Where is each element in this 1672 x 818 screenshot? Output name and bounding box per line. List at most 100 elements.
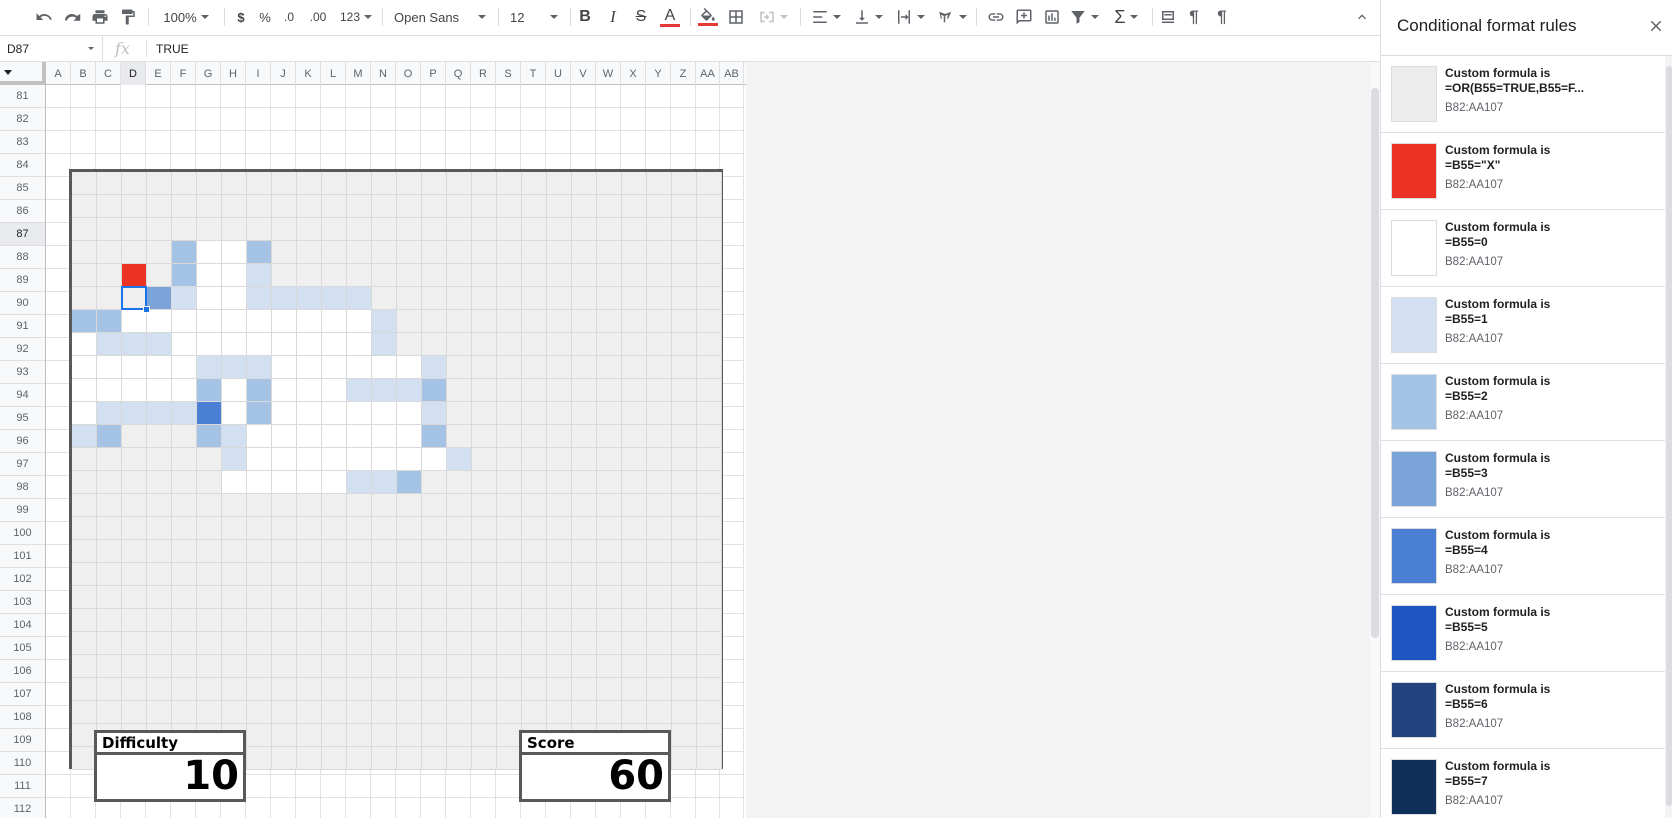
board-cell[interactable] bbox=[497, 264, 522, 287]
board-cell[interactable] bbox=[397, 609, 422, 632]
undo-icon[interactable] bbox=[32, 5, 56, 29]
increase-decimal-button[interactable]: .00 bbox=[304, 5, 332, 29]
column-header-a[interactable]: A bbox=[46, 62, 71, 85]
board-cell[interactable] bbox=[272, 195, 297, 218]
board-cell[interactable] bbox=[497, 655, 522, 678]
board-cell[interactable] bbox=[622, 241, 647, 264]
board-cell[interactable] bbox=[147, 356, 172, 379]
board-cell[interactable] bbox=[622, 379, 647, 402]
insert-comment-icon[interactable] bbox=[1012, 5, 1036, 29]
board-cell[interactable] bbox=[147, 425, 172, 448]
board-cell[interactable] bbox=[397, 701, 422, 724]
board-cell[interactable] bbox=[622, 425, 647, 448]
board-cell[interactable] bbox=[647, 425, 672, 448]
board-cell[interactable] bbox=[72, 563, 97, 586]
board-cell[interactable] bbox=[322, 540, 347, 563]
board-cell[interactable] bbox=[372, 172, 397, 195]
board-cell[interactable] bbox=[222, 701, 247, 724]
board-cell[interactable] bbox=[172, 701, 197, 724]
board-cell[interactable] bbox=[522, 264, 547, 287]
board-cell[interactable] bbox=[597, 287, 622, 310]
board-cell[interactable] bbox=[397, 425, 422, 448]
board-cell[interactable] bbox=[172, 195, 197, 218]
board-cell[interactable] bbox=[297, 747, 322, 770]
board-cell[interactable] bbox=[347, 402, 372, 425]
board-cell[interactable] bbox=[322, 724, 347, 747]
board-cell[interactable] bbox=[572, 517, 597, 540]
board-cell[interactable] bbox=[447, 471, 472, 494]
board-cell[interactable] bbox=[447, 310, 472, 333]
board-cell[interactable] bbox=[472, 563, 497, 586]
board-cell[interactable] bbox=[472, 494, 497, 517]
board-cell[interactable] bbox=[372, 747, 397, 770]
row-header-95[interactable]: 95 bbox=[0, 407, 45, 430]
fill-handle[interactable] bbox=[143, 306, 150, 313]
board-cell[interactable] bbox=[322, 494, 347, 517]
board-cell[interactable] bbox=[522, 678, 547, 701]
row-header-91[interactable]: 91 bbox=[0, 315, 45, 338]
row-header-87[interactable]: 87 bbox=[0, 223, 45, 246]
filter-icon[interactable] bbox=[1066, 5, 1102, 29]
board-cell[interactable] bbox=[522, 379, 547, 402]
board-cell[interactable] bbox=[547, 264, 572, 287]
board-cell[interactable] bbox=[572, 701, 597, 724]
board-cell[interactable] bbox=[522, 402, 547, 425]
board-cell[interactable] bbox=[672, 402, 697, 425]
board-cell[interactable] bbox=[472, 333, 497, 356]
board-cell[interactable] bbox=[472, 402, 497, 425]
board-cell[interactable] bbox=[697, 172, 722, 195]
row-header-104[interactable]: 104 bbox=[0, 614, 45, 637]
board-cell[interactable] bbox=[147, 402, 172, 425]
scrollbar-thumb[interactable] bbox=[1666, 66, 1672, 806]
borders-icon[interactable] bbox=[724, 5, 748, 29]
board-cell[interactable] bbox=[347, 241, 372, 264]
board-cell[interactable] bbox=[672, 356, 697, 379]
column-header-o[interactable]: O bbox=[396, 62, 421, 85]
board-cell[interactable] bbox=[197, 563, 222, 586]
board-cell[interactable] bbox=[297, 701, 322, 724]
board-cell[interactable] bbox=[447, 701, 472, 724]
board-cell[interactable] bbox=[447, 632, 472, 655]
board-cell[interactable] bbox=[72, 540, 97, 563]
board-cell[interactable] bbox=[697, 310, 722, 333]
board-cell[interactable] bbox=[147, 379, 172, 402]
row-header-109[interactable]: 109 bbox=[0, 729, 45, 752]
board-cell[interactable] bbox=[347, 632, 372, 655]
board-cell[interactable] bbox=[72, 172, 97, 195]
board-cell[interactable] bbox=[197, 540, 222, 563]
board-cell[interactable] bbox=[247, 379, 272, 402]
board-cell[interactable] bbox=[197, 287, 222, 310]
board-cell[interactable] bbox=[497, 379, 522, 402]
board-cell[interactable] bbox=[622, 678, 647, 701]
board-cell[interactable] bbox=[697, 448, 722, 471]
row-header-94[interactable]: 94 bbox=[0, 384, 45, 407]
board-cell[interactable] bbox=[547, 678, 572, 701]
board-cell[interactable] bbox=[497, 701, 522, 724]
board-cell[interactable] bbox=[272, 402, 297, 425]
board-cell[interactable] bbox=[697, 747, 722, 770]
board-cell[interactable] bbox=[97, 287, 122, 310]
board-cell[interactable] bbox=[472, 471, 497, 494]
row-header-89[interactable]: 89 bbox=[0, 269, 45, 292]
board-cell[interactable] bbox=[72, 609, 97, 632]
board-cell[interactable] bbox=[372, 402, 397, 425]
board-cell[interactable] bbox=[597, 402, 622, 425]
board-cell[interactable] bbox=[347, 563, 372, 586]
board-cell[interactable] bbox=[622, 264, 647, 287]
board-cell[interactable] bbox=[272, 287, 297, 310]
board-cell[interactable] bbox=[397, 586, 422, 609]
board-cell[interactable] bbox=[672, 287, 697, 310]
board-cell[interactable] bbox=[297, 678, 322, 701]
board-cell[interactable] bbox=[272, 655, 297, 678]
rule-card[interactable]: Custom formula is =B55="X" B82:AA107 bbox=[1381, 133, 1665, 210]
board-cell[interactable] bbox=[597, 264, 622, 287]
board-cell[interactable] bbox=[497, 172, 522, 195]
board-cell[interactable] bbox=[422, 172, 447, 195]
board-cell[interactable] bbox=[472, 517, 497, 540]
row-header-102[interactable]: 102 bbox=[0, 568, 45, 591]
board-cell[interactable] bbox=[122, 379, 147, 402]
board-cell[interactable] bbox=[472, 241, 497, 264]
board-cell[interactable] bbox=[497, 540, 522, 563]
board-cell[interactable] bbox=[97, 333, 122, 356]
board-cell[interactable] bbox=[272, 724, 297, 747]
